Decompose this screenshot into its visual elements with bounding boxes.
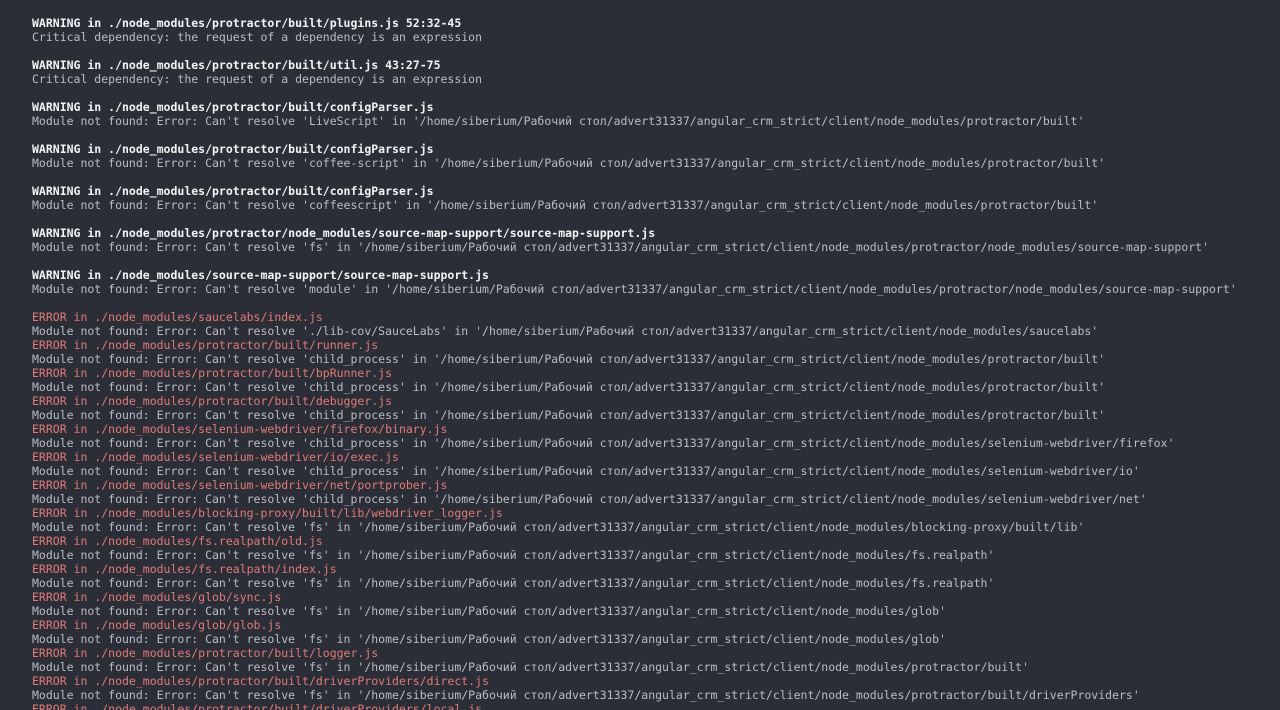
message-line: Module not found: Error: Can't resolve '… bbox=[32, 324, 1099, 338]
error-line: ERROR in ./node_modules/saucelabs/index.… bbox=[32, 310, 323, 324]
message-line: Module not found: Error: Can't resolve '… bbox=[32, 660, 1029, 674]
error-line: ERROR in ./node_modules/protractor/built… bbox=[32, 338, 379, 352]
warning-line: WARNING in ./node_modules/protractor/bui… bbox=[32, 142, 434, 156]
warning-line: WARNING in ./node_modules/protractor/nod… bbox=[32, 226, 656, 240]
terminal-window[interactable]: WARNING in ./node_modules/protractor/bui… bbox=[0, 0, 1280, 710]
warning-line: WARNING in ./node_modules/protractor/bui… bbox=[32, 16, 462, 30]
message-line: Module not found: Error: Can't resolve '… bbox=[32, 464, 1140, 478]
error-line: ERROR in ./node_modules/fs.realpath/inde… bbox=[32, 562, 337, 576]
message-line: Module not found: Error: Can't resolve '… bbox=[32, 114, 1085, 128]
error-line: ERROR in ./node_modules/protractor/built… bbox=[32, 394, 393, 408]
message-line: Module not found: Error: Can't resolve '… bbox=[32, 688, 1140, 702]
warning-line: WARNING in ./node_modules/protractor/bui… bbox=[32, 184, 434, 198]
message-line: Module not found: Error: Can't resolve '… bbox=[32, 492, 1147, 506]
message-line: Module not found: Error: Can't resolve '… bbox=[32, 380, 1106, 394]
message-line: Module not found: Error: Can't resolve '… bbox=[32, 604, 946, 618]
warning-line: WARNING in ./node_modules/protractor/bui… bbox=[32, 100, 434, 114]
message-line: Module not found: Error: Can't resolve '… bbox=[32, 520, 1085, 534]
error-line: ERROR in ./node_modules/selenium-webdriv… bbox=[32, 422, 448, 436]
terminal-output: WARNING in ./node_modules/protractor/bui… bbox=[32, 16, 1280, 710]
warning-line: WARNING in ./node_modules/protractor/bui… bbox=[32, 58, 441, 72]
error-line: ERROR in ./node_modules/blocking-proxy/b… bbox=[32, 506, 503, 520]
error-line: ERROR in ./node_modules/selenium-webdriv… bbox=[32, 450, 399, 464]
error-line: ERROR in ./node_modules/fs.realpath/old.… bbox=[32, 534, 323, 548]
message-line: Module not found: Error: Can't resolve '… bbox=[32, 156, 1106, 170]
error-line: ERROR in ./node_modules/glob/sync.js bbox=[32, 590, 282, 604]
error-line: ERROR in ./node_modules/protractor/built… bbox=[32, 674, 489, 688]
message-line: Module not found: Error: Can't resolve '… bbox=[32, 436, 1175, 450]
message-line: Module not found: Error: Can't resolve '… bbox=[32, 548, 995, 562]
error-line: ERROR in ./node_modules/protractor/built… bbox=[32, 702, 483, 710]
error-line: ERROR in ./node_modules/protractor/built… bbox=[32, 366, 393, 380]
message-line: Module not found: Error: Can't resolve '… bbox=[32, 198, 1099, 212]
message-line: Module not found: Error: Can't resolve '… bbox=[32, 576, 995, 590]
message-line: Critical dependency: the request of a de… bbox=[32, 72, 483, 86]
message-line: Module not found: Error: Can't resolve '… bbox=[32, 282, 1237, 296]
error-line: ERROR in ./node_modules/protractor/built… bbox=[32, 646, 379, 660]
error-line: ERROR in ./node_modules/glob/glob.js bbox=[32, 618, 282, 632]
error-line: ERROR in ./node_modules/selenium-webdriv… bbox=[32, 478, 448, 492]
message-line: Module not found: Error: Can't resolve '… bbox=[32, 632, 946, 646]
message-line: Module not found: Error: Can't resolve '… bbox=[32, 240, 1210, 254]
message-line: Module not found: Error: Can't resolve '… bbox=[32, 352, 1106, 366]
message-line: Critical dependency: the request of a de… bbox=[32, 30, 483, 44]
message-line: Module not found: Error: Can't resolve '… bbox=[32, 408, 1106, 422]
warning-line: WARNING in ./node_modules/source-map-sup… bbox=[32, 268, 489, 282]
